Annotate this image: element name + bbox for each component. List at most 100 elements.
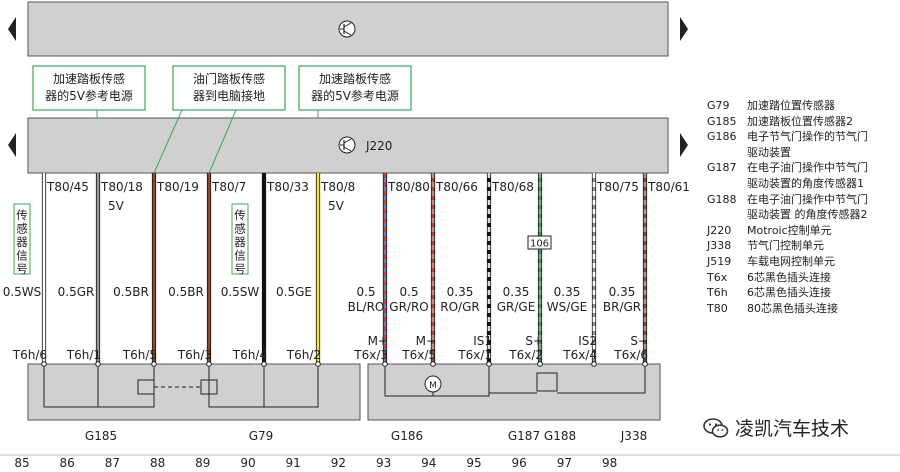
legend-code: G185	[707, 114, 737, 128]
legend-desc: 加速踏位置传感器	[747, 99, 835, 112]
vertical-label-char: 器	[234, 235, 246, 249]
svg-text:M: M	[429, 381, 437, 391]
wire	[261, 173, 267, 367]
legend-row: G79 加速踏位置传感器	[707, 98, 900, 114]
connector-pin	[430, 361, 436, 367]
legend-desc: 节气门控制单元	[747, 239, 824, 253]
connector-label: T6h/3	[177, 348, 212, 362]
legend-code: T6h	[707, 286, 728, 300]
grid-number: 90	[240, 456, 255, 470]
pin-label: T80/8	[320, 180, 355, 194]
legend-code: T6x	[707, 270, 728, 284]
connector-label: T6h/6	[12, 348, 47, 362]
pin-label: T80/45	[46, 180, 89, 194]
vertical-label-char: 信	[234, 249, 246, 263]
connector-pin	[206, 361, 212, 367]
connector-pin	[41, 361, 47, 367]
wire	[151, 173, 157, 367]
pin-extra-label: 5V	[108, 199, 125, 213]
legend: G79 加速踏位置传感器 G185 加速踏板位置传感器2 G186 电子节气门操作的节气门…	[707, 98, 900, 316]
wire-size-label: 0.5GE	[276, 285, 312, 299]
connector-pin	[642, 361, 648, 367]
wire	[95, 173, 101, 367]
sensor-module-panel	[27, 363, 361, 421]
connector-label: IS1 T6x/1	[457, 334, 492, 362]
connector-label: IS2 T6x/4	[562, 334, 597, 362]
legend-code: G186	[707, 130, 737, 144]
legend-code: J519	[707, 254, 732, 268]
connector-pin	[261, 361, 267, 367]
grid-number: 86	[60, 456, 75, 470]
throttle-module-panel	[367, 363, 661, 421]
connector-label: M+ T6x/3	[353, 334, 388, 362]
connector-label: S− T6x/6	[613, 334, 648, 362]
connector-pin	[382, 361, 388, 367]
legend-desc: 电子节气门操作的节气门 驱动装置	[747, 130, 868, 159]
vertical-label-char: 传	[16, 208, 28, 222]
wire-size-label: 0.5GR	[58, 285, 95, 299]
grid-number: 91	[286, 456, 301, 470]
wire-size-label: 0.35	[609, 285, 636, 299]
connector-pin	[151, 361, 157, 367]
grid-number: 87	[105, 456, 120, 470]
vertical-label-char: 感	[234, 222, 246, 236]
wire-code-label: GR/RO	[389, 300, 428, 314]
grid-number: 88	[150, 456, 165, 470]
pin-label: T80/66	[435, 180, 478, 194]
wire-code-label: BL/RO	[348, 300, 385, 314]
transistor-icon	[338, 136, 356, 154]
wire	[41, 173, 47, 367]
pin-label: T80/75	[596, 180, 639, 194]
wire-size-label: 0.35	[503, 285, 530, 299]
connector-label: T6h/5	[122, 348, 157, 362]
left-arrow-icon	[8, 17, 16, 41]
legend-code: J220	[707, 223, 732, 237]
legend-desc: 在电子油门操作中节气门 驱动装置的角度传感器1	[747, 161, 868, 190]
wire-code-label: GR/GE	[497, 300, 536, 314]
callout-box: 加速踏板传感器的5V参考电源	[298, 65, 412, 111]
grid-number: 85	[14, 456, 29, 470]
wire	[315, 173, 321, 367]
legend-desc: 在电子油门操作中节气门 驱动装置 的角度传感器2	[747, 192, 868, 222]
grid-number: 97	[557, 456, 572, 470]
wire-size-label: 0.5BR	[168, 285, 204, 299]
vertical-label-char: 号	[234, 262, 246, 276]
legend-code: T80	[707, 301, 728, 315]
watermark: 凌凯汽车技术	[703, 414, 849, 441]
wire	[206, 173, 212, 367]
vertical-label-char: 信	[16, 249, 28, 263]
wire-code-label: BR/GR	[603, 300, 641, 314]
pin-label: T80/7	[211, 180, 246, 194]
connector-pin	[486, 361, 492, 367]
ecu-label: J220	[365, 139, 392, 153]
legend-desc: 6芯黑色插头连接	[747, 286, 831, 300]
pin-label: T80/18	[100, 180, 143, 194]
connector-pin	[591, 361, 597, 367]
legend-code: J338	[707, 239, 732, 253]
wire-size-label: 0.35	[554, 285, 581, 299]
legend-row: T80 80芯黑色插头连接	[707, 301, 900, 317]
badge-label: 106	[530, 239, 549, 250]
grid-number: 92	[331, 456, 346, 470]
legend-code: G188	[707, 192, 737, 206]
wire-code-label: WS/GE	[547, 300, 587, 314]
left-arrow-icon	[8, 133, 16, 157]
component-label: G185	[85, 429, 117, 443]
wire-size-label: 0.5SW	[221, 285, 260, 299]
grid-number: 95	[466, 456, 481, 470]
legend-row: G188 在电子油门操作中节气门 驱动装置 的角度传感器2	[707, 192, 900, 223]
watermark-text: 凌凯汽车技术	[735, 418, 850, 440]
component-label: J338	[620, 429, 647, 443]
pin-label: T80/19	[156, 180, 199, 194]
legend-desc: Motroic控制单元	[747, 223, 832, 237]
wire-size-label: 0.35	[447, 285, 474, 299]
pin-label: T80/80	[387, 180, 430, 194]
legend-code: G187	[707, 161, 737, 175]
legend-row: G187 在电子油门操作中节气门 驱动装置的角度传感器1	[707, 160, 900, 191]
pin-extra-label: 5V	[328, 199, 345, 213]
component-label: G79	[249, 429, 274, 443]
grid-number: 96	[512, 456, 527, 470]
grid-number: 98	[602, 456, 617, 470]
grid-number: 94	[421, 456, 436, 470]
right-arrow-icon	[680, 17, 688, 41]
